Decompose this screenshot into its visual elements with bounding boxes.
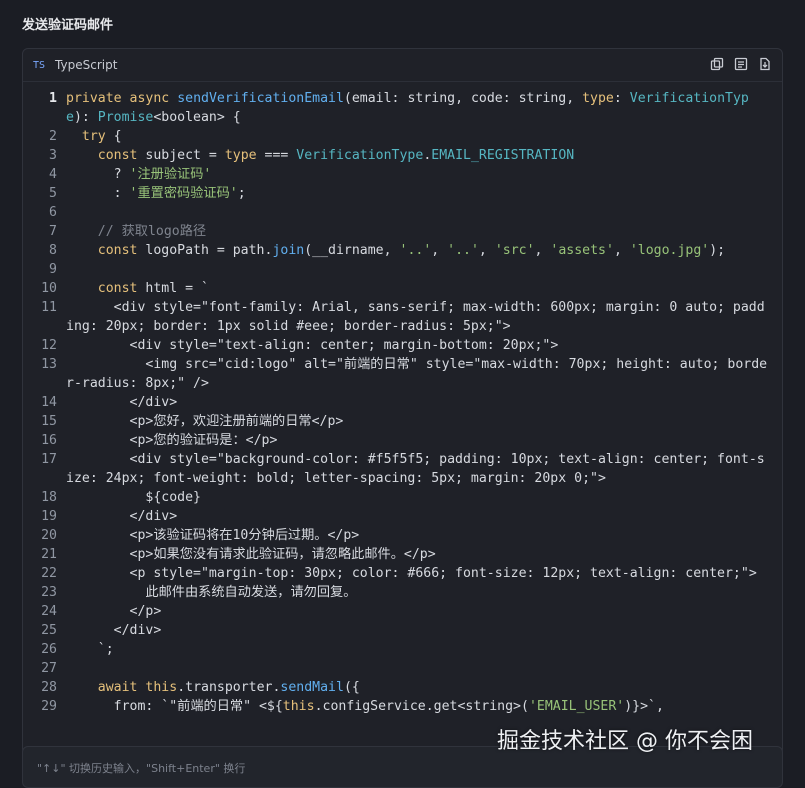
code-line: 25 </div> [23,621,782,640]
code-text: // 获取logo路径 [66,224,207,239]
typescript-icon: TS [33,59,46,71]
code-block-header: TS TypeScript [23,49,782,82]
line-number: 20 [41,528,57,543]
line-number: 17 [41,452,57,467]
code-line: 12 <div style="text-align: center; margi… [23,336,782,355]
code-text: <p>您好，欢迎注册前端的日常</p> [66,414,344,429]
download-icon[interactable] [758,57,772,71]
code-area: 1 private async sendVerificationEmail(ema… [23,89,782,754]
section-title: 发送验证码邮件 [22,18,114,33]
code-line: 6​ [23,203,782,222]
code-line: 14 </div> [23,393,782,412]
language-label: TypeScript [55,58,118,72]
code-text: : '重置密码验证码'; [66,186,246,201]
code-line: 1 private async sendVerificationEmail(ema… [23,89,782,127]
line-number: 6 [49,205,57,220]
line-number: 10 [41,281,57,296]
code-text: from: `"前端的日常" <${this.configService.get… [66,699,664,714]
code-line: 19 </div> [23,507,782,526]
code-text: 此邮件由系统自动发送，请勿回复。 [66,585,357,600]
code-line: 18 ${code} [23,488,782,507]
code-line: 4 ? '注册验证码' [23,165,782,184]
line-number: 22 [41,566,57,581]
code-text: const html = ` [97,281,209,296]
line-number: 14 [41,395,57,410]
code-text: <p>该验证码将在10分钟后过期。</p> [66,528,360,543]
code-text: <img src="cid:logo" alt="前端的日常" style="m… [66,357,768,391]
code-line: 24 </p> [23,602,782,621]
wrap-icon[interactable] [734,57,748,71]
code-line: 28 await this.transporter.sendMail({ [23,678,782,697]
line-number: 11 [41,300,57,315]
code-text: await this.transporter.sendMail({ [97,680,360,695]
line-number: 1 [49,91,57,106]
code-text: <div style="text-align: center; margin-b… [66,338,559,353]
code-text: <p>如果您没有请求此验证码，请忽略此邮件。</p> [66,547,436,562]
code-text: private async sendVerificationEmail(emai… [66,91,749,125]
code-line: 16 <p>您的验证码是：</p> [23,431,782,450]
code-text: <div style="background-color: #f5f5f5; p… [66,452,765,486]
code-line: 9​ [23,260,782,279]
code-line: 29 from: `"前端的日常" <${this.configService.… [23,697,782,716]
code-text: const subject = type === VerificationTyp… [97,148,575,163]
code-line: 2 try { [23,127,782,146]
line-number: 7 [49,224,57,239]
code-line: 10 const html = ` [23,279,782,298]
line-number: 12 [41,338,57,353]
code-line: 11 <div style="font-family: Arial, sans-… [23,298,782,336]
input-placeholder: "↑↓" 切换历史输入，"Shift+Enter" 换行 [37,762,246,775]
line-number: 15 [41,414,57,429]
line-number: 21 [41,547,57,562]
code-text: <div style="font-family: Arial, sans-ser… [66,300,765,334]
code-line: 27​ [23,659,782,678]
code-text: try { [81,129,122,144]
line-number: 28 [41,680,57,695]
line-number: 25 [41,623,57,638]
line-number: 19 [41,509,57,524]
code-block: TS TypeScript 1 private async sendVerific… [22,48,783,755]
watermark: 掘金技术社区 @ 你不会困 [497,729,753,754]
copy-icon[interactable] [710,57,724,71]
code-text: </div> [66,509,178,524]
code-text: </div> [66,395,178,410]
code-line: 3 const subject = type === VerificationT… [23,146,782,165]
code-line: 13 <img src="cid:logo" alt="前端的日常" style… [23,355,782,393]
code-line: 22 <p style="margin-top: 30px; color: #6… [23,564,782,583]
code-line: 5 : '重置密码验证码'; [23,184,782,203]
code-line: 23 此邮件由系统自动发送，请勿回复。 [23,583,782,602]
code-text: </div> [66,623,162,638]
line-number: 29 [41,699,57,714]
code-text: ${code} [66,490,201,505]
code-text: </p> [66,604,162,619]
line-number: 4 [49,167,57,182]
code-text: <p>您的验证码是：</p> [66,433,278,448]
code-line: 21 <p>如果您没有请求此验证码，请忽略此邮件。</p> [23,545,782,564]
line-number: 8 [49,243,57,258]
line-number: 2 [49,129,57,144]
code-line: 20 <p>该验证码将在10分钟后过期。</p> [23,526,782,545]
line-number: 26 [41,642,57,657]
code-line: 26 `; [23,640,782,659]
line-number: 24 [41,604,57,619]
code-text: const logoPath = path.join(__dirname, '.… [97,243,726,258]
line-number: 18 [41,490,57,505]
line-number: 23 [41,585,57,600]
line-number: 9 [49,262,57,277]
line-number: 13 [41,357,57,372]
code-text: <p style="margin-top: 30px; color: #666;… [66,566,757,581]
code-text: `; [66,642,114,657]
line-number: 16 [41,433,57,448]
code-line: 8 const logoPath = path.join(__dirname, … [23,241,782,260]
code-line: 17 <div style="background-color: #f5f5f5… [23,450,782,488]
line-number: 27 [41,661,57,676]
code-text: ? '注册验证码' [66,167,212,182]
code-line: 7 // 获取logo路径 [23,222,782,241]
line-number: 5 [49,186,57,201]
code-actions [710,57,772,71]
code-line: 15 <p>您好，欢迎注册前端的日常</p> [23,412,782,431]
line-number: 3 [49,148,57,163]
